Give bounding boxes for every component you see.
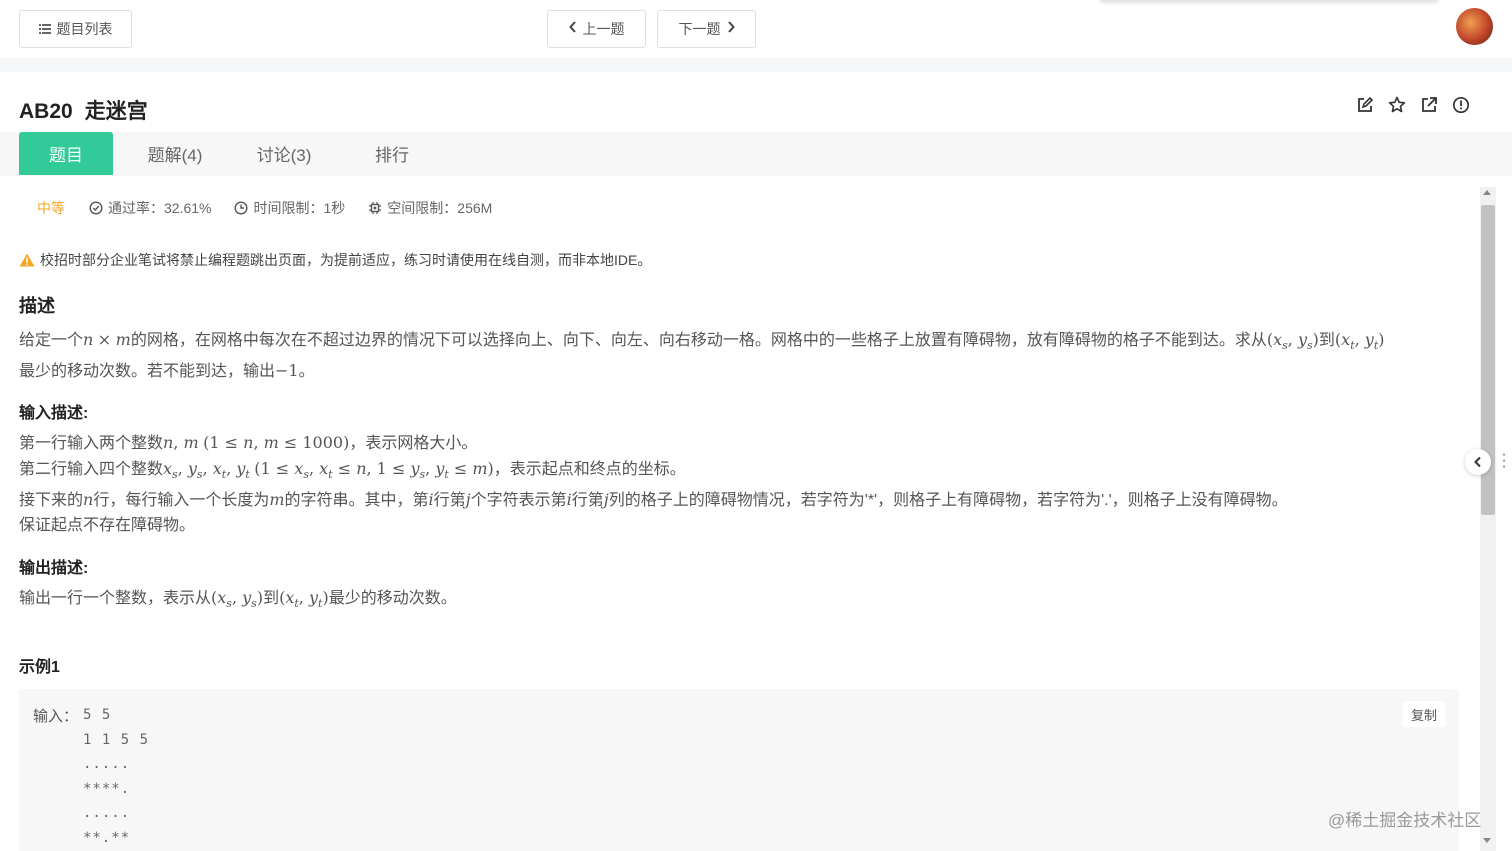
- prev-problem-button[interactable]: 上一题: [547, 10, 646, 48]
- tab-bar: 题目 题解(4) 讨论(3) 排行: [0, 132, 1512, 176]
- example-box: 输入： 5 5 1 1 5 5 ..... ****. ..... **.** …: [19, 689, 1459, 851]
- problem-meta: 中等 通过率：32.61% 时间限制：1秒 空间限制：256M: [37, 198, 515, 218]
- pass-rate: 通过率：32.61%: [89, 198, 211, 218]
- watermark: @稀土掘金技术社区: [1328, 811, 1482, 830]
- notification-strip: [1100, 0, 1438, 2]
- chevron-right-icon: [727, 21, 735, 37]
- title-actions: [1356, 96, 1470, 114]
- share-icon[interactable]: [1420, 96, 1438, 114]
- output-description: 输出一行一个整数，表示从(xs, ys)到(xt, yt)最少的移动次数。: [19, 588, 457, 611]
- memory-chip-icon: [369, 202, 382, 214]
- copy-button[interactable]: 复制: [1403, 701, 1445, 727]
- description-text: 给定一个n × m的网格，在网格中每次在不超过边界的情况下可以选择向上、向下、向…: [19, 330, 1385, 381]
- input-heading: 输入描述:: [19, 405, 89, 422]
- star-icon[interactable]: [1388, 96, 1406, 114]
- next-problem-label: 下一题: [678, 21, 721, 37]
- edit-icon[interactable]: [1356, 96, 1374, 114]
- description-heading: 描述: [19, 296, 55, 316]
- collapse-panel-button[interactable]: [1465, 449, 1491, 475]
- warning-text: 校招时部分企业笔试将禁止编程题跳出页面，为提前适应，练习时请使用在线自测，而非本…: [40, 252, 652, 268]
- tab-ranking-label: 排行: [375, 146, 409, 165]
- report-icon[interactable]: [1452, 96, 1470, 114]
- page-title: AB20 走迷宫: [19, 95, 148, 125]
- tab-problem[interactable]: 题目: [19, 132, 113, 175]
- top-bar: 题目列表 上一题 下一题: [0, 0, 1512, 58]
- scroll-down-icon[interactable]: [1483, 838, 1491, 843]
- warning-icon: [19, 253, 35, 267]
- time-limit-label: 时间限制：1秒: [253, 200, 346, 216]
- problem-panel: AB20 走迷宫 题目 题解(4) 讨论(3) 排行 中等 通过率：32.61% …: [0, 72, 1512, 851]
- example-input-label: 输入：: [33, 708, 79, 725]
- output-heading: 输出描述:: [19, 560, 89, 577]
- problem-title: 走迷宫: [84, 100, 148, 123]
- chevron-left-icon: [1474, 456, 1481, 468]
- prev-problem-label: 上一题: [582, 21, 625, 37]
- tab-solutions-label: 题解(4): [147, 146, 203, 165]
- input-description: 第一行输入两个整数n, m (1 ≤ n, m ≤ 1000)，表示网格大小。第…: [19, 433, 1288, 535]
- tab-discussion-label: 讨论(3): [256, 146, 312, 165]
- problem-list-label: 题目列表: [56, 21, 113, 37]
- difficulty-badge: 中等: [37, 200, 65, 216]
- tab-problem-label: 题目: [49, 146, 83, 165]
- scroll-up-icon[interactable]: [1483, 190, 1491, 195]
- tab-discussion[interactable]: 讨论(3): [237, 132, 331, 175]
- chevron-left-icon: [568, 21, 577, 37]
- problem-id: AB20: [19, 100, 73, 123]
- space-limit: 空间限制：256M: [368, 198, 492, 218]
- space-limit-label: 空间限制：256M: [387, 200, 493, 216]
- avatar[interactable]: [1456, 8, 1493, 45]
- list-icon: [38, 21, 51, 37]
- exam-warning: 校招时部分企业笔试将禁止编程题跳出页面，为提前适应，练习时请使用在线自测，而非本…: [19, 250, 651, 270]
- example-input-code: 5 5 1 1 5 5 ..... ****. ..... **.**: [83, 707, 150, 846]
- problem-list-button[interactable]: 题目列表: [19, 10, 132, 48]
- next-problem-button[interactable]: 下一题: [657, 10, 756, 48]
- clock-icon: [234, 201, 248, 215]
- tab-solutions[interactable]: 题解(4): [128, 132, 222, 175]
- drag-handle-icon[interactable]: · · ·: [1500, 447, 1508, 475]
- tab-ranking[interactable]: 排行: [345, 132, 439, 175]
- check-circle-icon: [89, 201, 103, 215]
- time-limit: 时间限制：1秒: [234, 198, 345, 218]
- example-heading: 示例1: [19, 659, 60, 676]
- pass-rate-label: 通过率：32.61%: [108, 200, 212, 216]
